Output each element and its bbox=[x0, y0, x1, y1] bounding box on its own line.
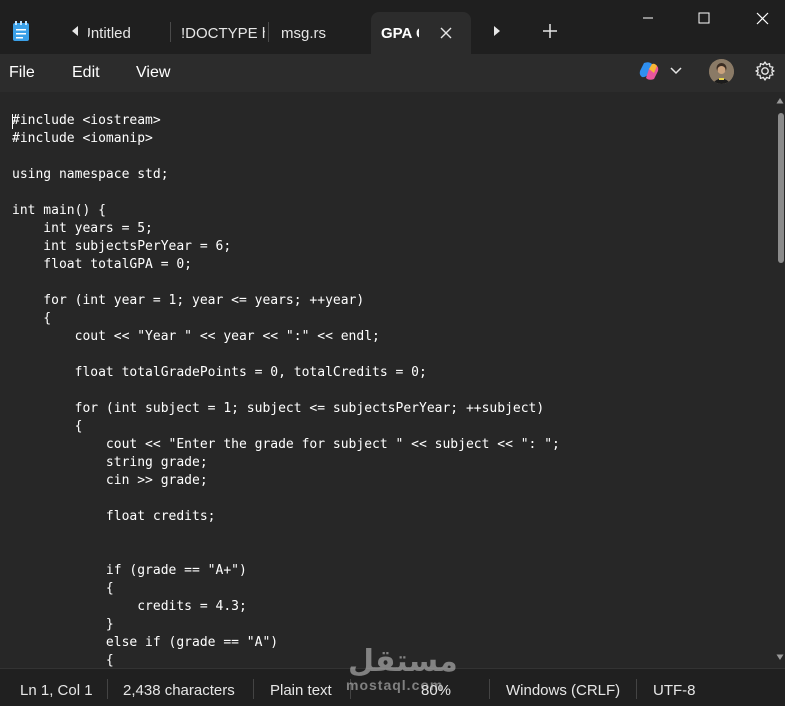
watermark: مستقل mostaql.com bbox=[336, 644, 458, 696]
minimize-icon bbox=[643, 17, 653, 19]
line-ending[interactable]: Windows (CRLF) bbox=[506, 682, 620, 699]
code-line[interactable]: string grade; bbox=[12, 454, 560, 472]
code-line[interactable]: float totalGradePoints = 0, totalCredits… bbox=[12, 364, 560, 382]
code-line[interactable]: else if (grade == "A") bbox=[12, 634, 560, 652]
code-line[interactable]: for (int subject = 1; subject <= subject… bbox=[12, 400, 560, 418]
tab-label: Untitled bbox=[88, 24, 131, 42]
tab-label: !DOCTYPE html bbox=[181, 24, 265, 42]
code-line[interactable] bbox=[12, 526, 560, 544]
notepad-icon bbox=[13, 21, 29, 41]
scroll-up-arrow-icon[interactable] bbox=[776, 97, 784, 105]
minimize-button[interactable] bbox=[624, 0, 672, 36]
code-line[interactable] bbox=[12, 346, 560, 364]
tab-scroll-left-button[interactable] bbox=[66, 22, 84, 40]
close-icon bbox=[756, 12, 768, 24]
file-format[interactable]: Plain text bbox=[270, 682, 332, 699]
new-tab-button[interactable] bbox=[541, 22, 559, 40]
scrollbar-thumb[interactable] bbox=[778, 113, 784, 263]
tab-gpa-active[interactable]: GPA Calculator bbox=[371, 12, 471, 54]
status-divider bbox=[107, 679, 108, 699]
watermark-arabic: مستقل bbox=[348, 644, 458, 679]
code-line[interactable]: float credits; bbox=[12, 508, 560, 526]
code-line[interactable]: { bbox=[12, 418, 560, 436]
code-line[interactable]: #include <iostream> bbox=[12, 112, 560, 130]
maximize-button[interactable] bbox=[680, 0, 728, 36]
plus-icon bbox=[543, 24, 557, 38]
code-line[interactable]: for (int year = 1; year <= years; ++year… bbox=[12, 292, 560, 310]
close-icon[interactable] bbox=[437, 24, 455, 42]
encoding[interactable]: UTF-8 bbox=[653, 682, 696, 699]
menu-file[interactable]: File bbox=[9, 64, 35, 82]
code-content[interactable]: #include <iostream> #include <iomanip> usi… bbox=[12, 112, 560, 668]
code-line[interactable]: using namespace std; bbox=[12, 166, 560, 184]
code-line[interactable]: if (grade == "A+") bbox=[12, 562, 560, 580]
gear-icon[interactable] bbox=[754, 60, 776, 82]
status-divider bbox=[636, 679, 637, 699]
close-window-button[interactable] bbox=[738, 0, 785, 36]
character-count: 2,438 characters bbox=[123, 682, 235, 699]
caret-right-icon bbox=[494, 26, 500, 36]
code-line[interactable]: cout << "Year " << year << ":" << endl; bbox=[12, 328, 560, 346]
code-line[interactable]: cin >> grade; bbox=[12, 472, 560, 490]
code-line[interactable]: int main() { bbox=[12, 202, 560, 220]
code-line[interactable] bbox=[12, 544, 560, 562]
code-line[interactable]: { bbox=[12, 310, 560, 328]
scroll-down-arrow-icon[interactable] bbox=[776, 653, 784, 661]
status-divider bbox=[489, 679, 490, 699]
tab-doctype[interactable]: !DOCTYPE html bbox=[171, 12, 267, 54]
text-caret bbox=[12, 114, 13, 129]
menu-edit[interactable]: Edit bbox=[72, 64, 100, 82]
tab-untitled[interactable]: Untitled bbox=[88, 12, 168, 54]
code-line[interactable]: int subjectsPerYear = 6; bbox=[12, 238, 560, 256]
user-photo-icon bbox=[709, 59, 734, 84]
code-line[interactable]: int years = 5; bbox=[12, 220, 560, 238]
code-line[interactable] bbox=[12, 274, 560, 292]
code-line[interactable]: cout << "Enter the grade for subject " <… bbox=[12, 436, 560, 454]
code-line[interactable]: { bbox=[12, 580, 560, 598]
text-editor[interactable]: #include <iostream> #include <iomanip> usi… bbox=[0, 92, 785, 668]
menu-view[interactable]: View bbox=[136, 64, 170, 82]
code-line[interactable]: { bbox=[12, 652, 560, 668]
code-line[interactable] bbox=[12, 148, 560, 166]
code-line[interactable]: credits = 4.3; bbox=[12, 598, 560, 616]
code-line[interactable]: float totalGPA = 0; bbox=[12, 256, 560, 274]
copilot-icon[interactable] bbox=[637, 60, 661, 82]
caret-left-icon bbox=[72, 26, 78, 36]
code-line[interactable]: #include <iomanip> bbox=[12, 130, 560, 148]
code-line[interactable] bbox=[12, 184, 560, 202]
code-line[interactable]: } bbox=[12, 616, 560, 634]
cursor-position: Ln 1, Col 1 bbox=[20, 682, 93, 699]
code-line[interactable] bbox=[12, 382, 560, 400]
tab-msg-rs[interactable]: msg.rs bbox=[271, 12, 367, 54]
tab-label: GPA Calculator bbox=[381, 24, 419, 42]
avatar[interactable] bbox=[709, 59, 734, 84]
tab-scroll-right-button[interactable] bbox=[488, 22, 506, 40]
title-bar: Untitled !DOCTYPE html msg.rs GPA Calcul… bbox=[0, 0, 785, 54]
tab-divider bbox=[268, 22, 269, 42]
tab-label: msg.rs bbox=[281, 24, 326, 42]
chevron-down-icon[interactable] bbox=[668, 64, 684, 76]
watermark-latin: mostaql.com bbox=[346, 677, 444, 693]
code-line[interactable] bbox=[12, 490, 560, 508]
status-divider bbox=[253, 679, 254, 699]
maximize-icon bbox=[698, 12, 710, 24]
